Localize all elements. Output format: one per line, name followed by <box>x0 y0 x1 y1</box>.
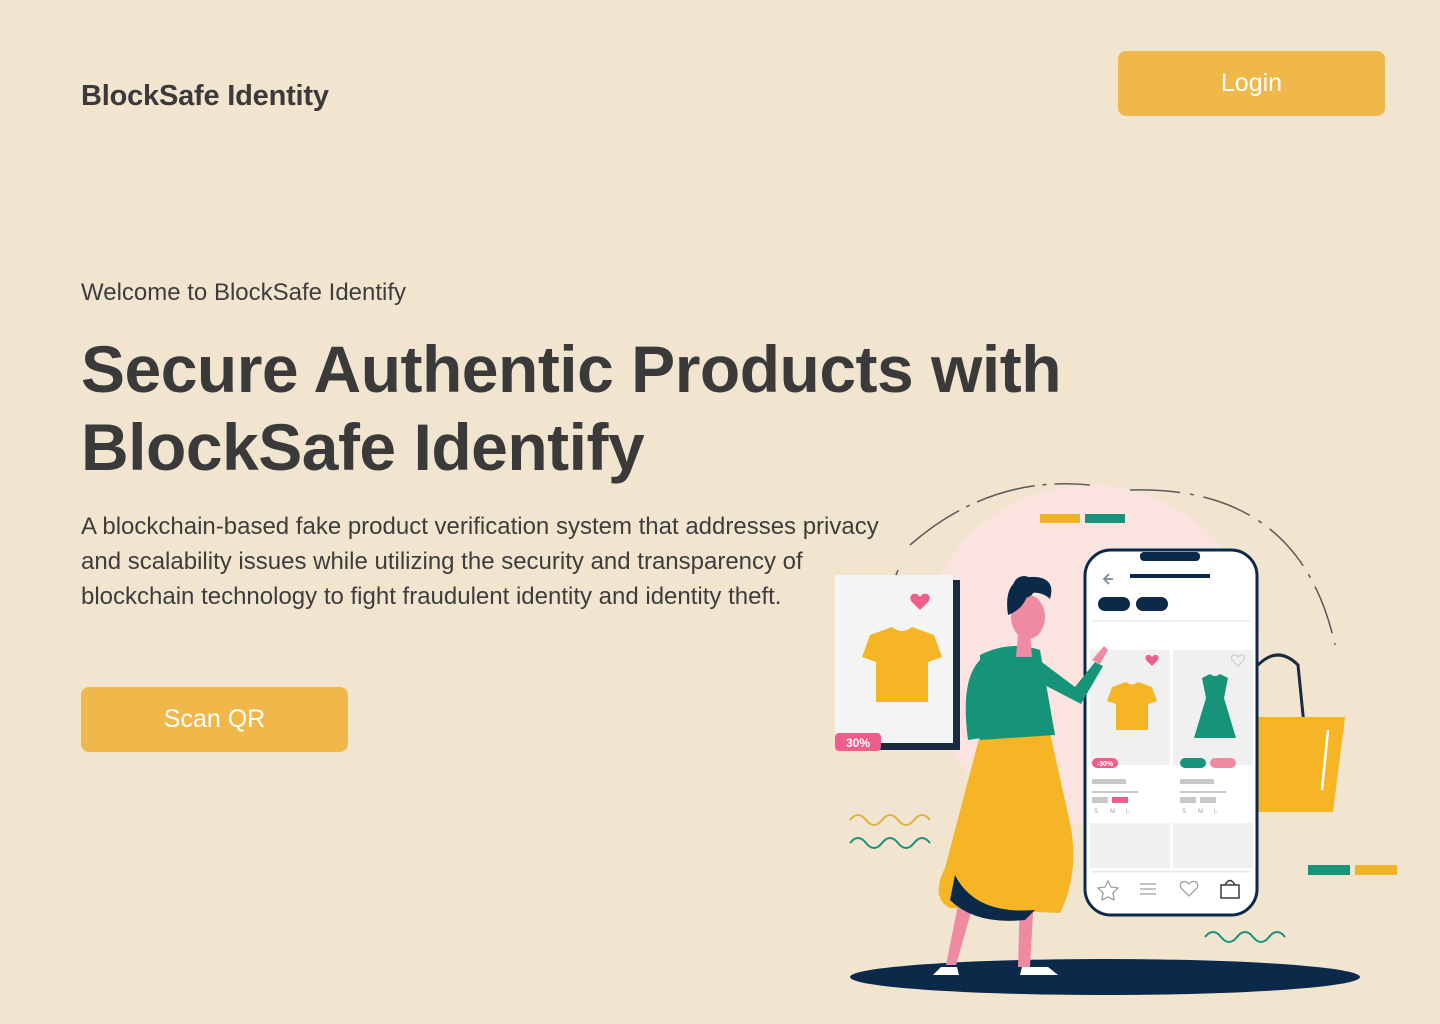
phone-text-placeholder <box>1180 779 1214 784</box>
decor-bar <box>1040 514 1080 523</box>
phone-discount-text: -30% <box>1097 761 1114 768</box>
hero-description: A blockchain-based fake product verifica… <box>81 513 879 610</box>
size-label-m: M <box>1110 809 1115 815</box>
size-label-m: M <box>1198 809 1203 815</box>
shopping-bag-icon <box>1250 717 1345 812</box>
hero-headline: Secure Authentic Products with BlockSafe… <box>81 330 1141 486</box>
login-button[interactable]: Login <box>1118 51 1385 116</box>
welcome-text: Welcome to BlockSafe Identify <box>81 279 407 306</box>
shopping-illustration: 30% -30% S M L S M L <box>835 483 1397 995</box>
phone-size-chip <box>1180 797 1196 803</box>
ground-shadow <box>850 959 1360 995</box>
phone-chip <box>1098 597 1130 611</box>
squiggle-decoration <box>849 814 931 826</box>
phone-size-chip <box>1092 797 1108 803</box>
phone-product-tile <box>1090 823 1170 868</box>
headline-line-1: Secure Authentic Products with <box>81 332 1062 406</box>
size-label-s: S <box>1182 809 1186 815</box>
size-label-s: S <box>1094 809 1098 815</box>
phone-text-placeholder <box>1180 791 1226 793</box>
headline-line-2: BlockSafe Identify <box>81 410 645 484</box>
phone-divider <box>1092 620 1250 622</box>
phone-color-chip <box>1210 758 1236 768</box>
phone-chip <box>1136 597 1168 611</box>
phone-header-line <box>1130 574 1210 578</box>
decor-bar <box>1085 514 1125 523</box>
decor-bar <box>1355 865 1397 875</box>
phone-size-chip <box>1200 797 1216 803</box>
scan-qr-button[interactable]: Scan QR <box>81 687 348 752</box>
phone-size-chip <box>1112 797 1128 803</box>
bag-handle <box>1256 653 1306 726</box>
phone-notch <box>1140 552 1200 561</box>
phone-divider <box>1092 871 1250 873</box>
squiggle-decoration <box>1204 931 1286 943</box>
phone-text-placeholder <box>1092 779 1126 784</box>
decor-bar <box>1308 865 1350 875</box>
phone-color-chip <box>1180 758 1206 768</box>
phone-product-tile <box>1173 823 1253 868</box>
brand-logo-text[interactable]: BlockSafe Identity <box>81 80 329 113</box>
squiggle-decoration <box>849 837 931 849</box>
figure-hair-bun <box>1013 576 1035 598</box>
phone-text-placeholder <box>1092 791 1138 793</box>
discount-badge-text: 30% <box>846 736 870 750</box>
